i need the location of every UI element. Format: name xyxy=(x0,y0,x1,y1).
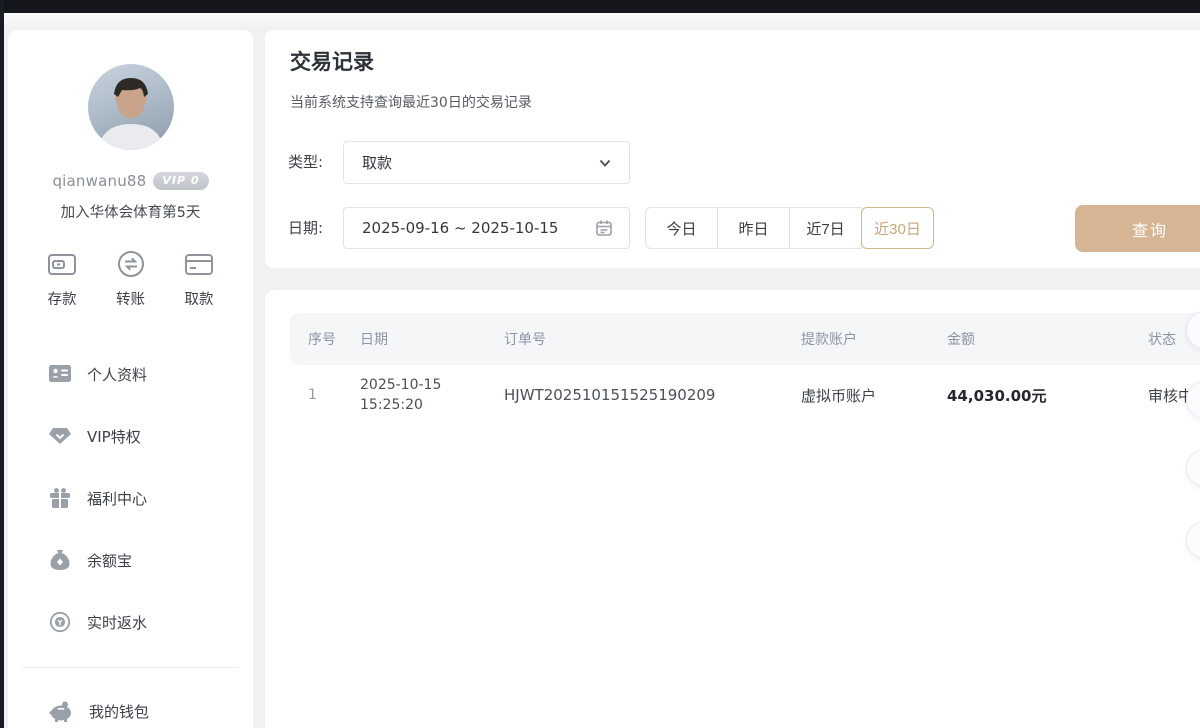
transactions-table-card: 序号 日期 订单号 提款账户 金额 状态 1 2025-10-15 15:25:… xyxy=(265,290,1200,728)
col-header-index: 序号 xyxy=(308,329,360,349)
col-header-account: 提款账户 xyxy=(801,329,947,349)
vip-gem-icon xyxy=(48,426,72,446)
range-yesterday-button[interactable]: 昨日 xyxy=(717,207,790,249)
sidebar-item-label: 福利中心 xyxy=(87,488,147,509)
table-header-row: 序号 日期 订单号 提款账户 金额 状态 xyxy=(290,313,1200,365)
sidebar-item-benefits[interactable]: 福利中心 xyxy=(8,467,253,529)
sidebar-item-yuebao[interactable]: 余额宝 xyxy=(8,529,253,591)
deposit-button[interactable]: 存款 xyxy=(34,249,90,309)
col-header-date: 日期 xyxy=(360,329,504,349)
quick-actions: 存款 转账 取款 xyxy=(8,249,253,309)
row-date-time: 15:25:20 xyxy=(360,397,423,413)
date-quick-ranges: 今日 昨日 近7日 近30日 xyxy=(645,207,934,249)
calendar-icon xyxy=(595,219,613,237)
sidebar-menu: 个人资料 VIP特权 福利中心 xyxy=(8,343,253,653)
avatar[interactable] xyxy=(88,64,174,150)
id-card-icon xyxy=(48,364,72,384)
chevron-down-icon xyxy=(597,155,613,171)
sidebar: qianwanu88 VIP 0 加入华体会体育第5天 存款 xyxy=(8,30,253,728)
sidebar-item-vip[interactable]: VIP特权 xyxy=(8,405,253,467)
date-range-value: 2025-09-16 ~ 2025-10-15 xyxy=(362,219,595,237)
range-7days-button[interactable]: 近7日 xyxy=(789,207,862,249)
top-bar xyxy=(0,0,1200,13)
sidebar-item-rebate[interactable]: 实时返水 xyxy=(8,591,253,653)
quick-action-label: 转账 xyxy=(116,288,145,309)
date-range-input[interactable]: 2025-09-16 ~ 2025-10-15 xyxy=(343,207,630,249)
username: qianwanu88 xyxy=(52,172,146,190)
withdraw-button[interactable]: 取款 xyxy=(171,249,227,309)
quick-action-label: 存款 xyxy=(48,288,77,309)
transfer-button[interactable]: 转账 xyxy=(103,249,159,309)
rebate-coin-icon xyxy=(48,611,72,633)
search-button[interactable]: 查询 xyxy=(1075,205,1200,252)
row-order-no: HJWT202510151525190209 xyxy=(504,386,801,404)
row-index: 1 xyxy=(308,387,360,403)
sidebar-item-profile[interactable]: 个人资料 xyxy=(8,343,253,405)
wallet-icon xyxy=(46,249,78,279)
bank-card-icon xyxy=(183,249,215,279)
page-title: 交易记录 xyxy=(290,46,374,76)
piggy-bank-icon xyxy=(48,700,74,722)
sidebar-item-label: 余额宝 xyxy=(87,550,132,571)
row-amount: 44,030.00元 xyxy=(947,385,1148,406)
vip-badge: VIP 0 xyxy=(153,172,208,190)
sidebar-item-label: 我的钱包 xyxy=(89,701,149,722)
range-today-button[interactable]: 今日 xyxy=(645,207,718,249)
quick-action-label: 取款 xyxy=(185,288,214,309)
type-select[interactable]: 取款 xyxy=(343,141,630,184)
transfer-icon xyxy=(115,249,147,279)
join-days-text: 加入华体会体育第5天 xyxy=(8,201,253,222)
table-row: 1 2025-10-15 15:25:20 HJWT20251015152519… xyxy=(290,365,1200,425)
range-30days-button[interactable]: 近30日 xyxy=(861,207,934,249)
sidebar-divider xyxy=(22,667,239,668)
type-select-value: 取款 xyxy=(362,152,597,173)
row-date: 2025-10-15 15:25:20 xyxy=(360,375,504,415)
sidebar-item-my-wallet[interactable]: 我的钱包 xyxy=(8,680,253,728)
top-background xyxy=(0,13,1200,30)
col-header-amount: 金额 xyxy=(947,329,1148,349)
filter-card: 交易记录 当前系统支持查询最近30日的交易记录 类型: 取款 日期: 2025-… xyxy=(265,30,1200,268)
gift-icon xyxy=(48,487,72,509)
col-header-order-no: 订单号 xyxy=(504,329,801,349)
row-account: 虚拟币账户 xyxy=(801,385,947,406)
sidebar-item-label: 实时返水 xyxy=(87,612,147,633)
date-label: 日期: xyxy=(288,207,323,250)
left-edge-strip xyxy=(0,0,4,728)
sidebar-item-label: 个人资料 xyxy=(87,364,147,385)
type-label: 类型: xyxy=(288,141,323,184)
money-bag-icon xyxy=(48,549,72,571)
sidebar-item-label: VIP特权 xyxy=(87,426,141,447)
row-date-day: 2025-10-15 xyxy=(360,377,441,393)
page-subtitle: 当前系统支持查询最近30日的交易记录 xyxy=(290,92,532,112)
